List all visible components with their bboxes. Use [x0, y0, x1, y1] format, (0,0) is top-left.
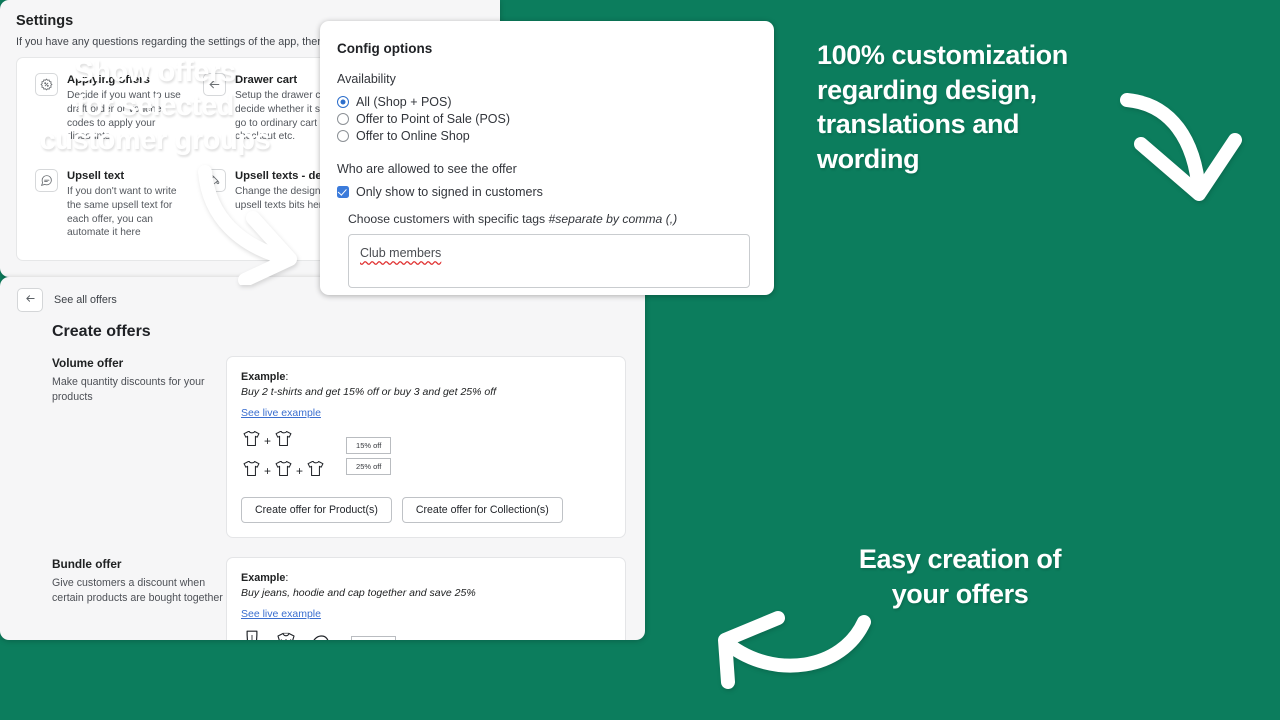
discount-chip: 15% off — [346, 437, 392, 454]
tshirt-row-three: + + — [241, 458, 326, 484]
radio-label-online-shop: Offer to Online Shop — [356, 129, 470, 143]
tshirt-rows: + + + — [241, 428, 326, 484]
offer-section-bundle: Bundle offer Give customers a discount w… — [0, 557, 645, 640]
tshirt-icon — [273, 428, 294, 454]
promo-left-line-2: for selected — [76, 90, 234, 123]
promo-right-line-1: 100% customization — [817, 40, 1068, 70]
radio-indicator-pos-icon[interactable] — [337, 113, 349, 125]
config-options-card: Config options Availability All (Shop + … — [320, 21, 774, 295]
config-card-title: Config options — [337, 41, 433, 56]
promo-bottom-line-1: Easy creation of — [858, 544, 1062, 574]
tags-label-main: Choose customers with specific tags — [348, 212, 546, 226]
promo-heading-left: Show offers for selected customer groups — [0, 55, 310, 158]
tshirt-icon — [305, 458, 326, 484]
offer-example-panel-bundle: Example: Buy jeans, hoodie and cap toget… — [226, 557, 626, 640]
bundle-offer-illustration: + + 25% o — [241, 629, 625, 640]
who-can-see-label: Who are allowed to see the offer — [337, 162, 517, 176]
offer-section-subtext: Give customers a discount when certain p… — [52, 577, 223, 604]
arrow-curved-left-up-icon — [712, 600, 877, 690]
radio-option-online-shop[interactable]: Offer to Online Shop — [337, 129, 750, 143]
checkbox-signed-in-customers[interactable]: Only show to signed in customers — [337, 185, 750, 199]
see-live-example-link[interactable]: See live example — [241, 407, 321, 419]
offer-section-info: Volume offer Make quantity discounts for… — [0, 356, 226, 538]
plus-sign: + — [296, 464, 304, 478]
discount-chips: 15% off 25% off — [346, 437, 392, 475]
offer-example-panel-volume: Example: Buy 2 t-shirts and get 15% off … — [226, 356, 626, 538]
promo-left-line-3: customer groups — [39, 124, 271, 157]
example-label: Example: — [241, 371, 289, 383]
hoodie-icon — [274, 629, 298, 640]
checkbox-label-signed-in: Only show to signed in customers — [356, 185, 543, 199]
example-label-text: Example — [241, 371, 286, 383]
discount-chip: 25% off — [351, 636, 397, 640]
customer-tags-input[interactable]: Club members — [348, 234, 750, 288]
promo-background: Show offers for selected customer groups… — [0, 0, 1280, 720]
example-label: Example: — [241, 572, 289, 584]
create-offers-panel: See all offers Create offers Volume offe… — [0, 277, 645, 640]
radio-option-all[interactable]: All (Shop + POS) — [337, 95, 750, 109]
tshirt-row-two: + — [241, 428, 326, 454]
page-title: Create offers — [52, 323, 151, 340]
offer-section-heading: Bundle offer — [52, 557, 122, 571]
plus-sign: + — [264, 434, 272, 448]
offer-section-info: Bundle offer Give customers a discount w… — [0, 557, 226, 640]
plus-sign: + — [264, 464, 272, 478]
example-label-text: Example — [241, 572, 286, 584]
tshirt-icon — [273, 458, 294, 484]
tshirt-icon — [241, 428, 262, 454]
volume-offer-buttons: Create offer for Product(s) Create offer… — [241, 497, 625, 523]
offer-section-heading: Volume offer — [52, 356, 124, 370]
radio-label-pos: Offer to Point of Sale (POS) — [356, 112, 511, 126]
discount-chip: 25% off — [346, 458, 392, 475]
availability-label: Availability — [337, 72, 396, 86]
radio-option-pos[interactable]: Offer to Point of Sale (POS) — [337, 112, 750, 126]
plus-sign: + — [300, 638, 307, 641]
tshirt-icon — [241, 458, 262, 484]
promo-left-line-1: Show offers — [74, 56, 236, 88]
cap-icon — [309, 631, 335, 640]
back-button-label[interactable]: See all offers — [54, 294, 117, 306]
create-offer-for-collections-button[interactable]: Create offer for Collection(s) — [401, 497, 563, 523]
offer-section-subtext: Make quantity discounts for your product… — [52, 376, 205, 403]
create-offer-for-products-button[interactable]: Create offer for Product(s) — [241, 497, 392, 523]
chat-bubble-icon — [35, 169, 58, 192]
customer-tags-value: Club members — [360, 246, 442, 260]
tags-field-label: Choose customers with specific tags #sep… — [348, 212, 750, 226]
volume-offer-illustration: + + + 15% off 25% off — [241, 428, 625, 484]
offer-section-volume: Volume offer Make quantity discounts for… — [0, 356, 645, 538]
see-live-example-link[interactable]: See live example — [241, 608, 321, 620]
plus-sign: + — [265, 638, 272, 641]
arrow-curved-right-down-icon — [195, 160, 300, 285]
jeans-icon — [241, 629, 263, 640]
arrow-curved-down-icon — [1115, 88, 1245, 213]
settings-item-desc: If you don't want to write the same upse… — [67, 186, 177, 239]
checkbox-indicator-icon[interactable] — [337, 186, 349, 198]
example-text: Buy 2 t-shirts and get 15% off or buy 3 … — [241, 386, 497, 398]
radio-indicator-all-icon[interactable] — [337, 96, 349, 108]
settings-item-title: Upsell text — [67, 170, 125, 182]
back-button[interactable] — [17, 288, 43, 312]
radio-indicator-online-shop-icon[interactable] — [337, 130, 349, 142]
tags-label-hint: #separate by comma (,) — [548, 212, 678, 226]
example-text: Buy jeans, hoodie and cap together and s… — [241, 587, 476, 599]
radio-label-all: All (Shop + POS) — [356, 95, 452, 109]
settings-item-upsell-text[interactable]: Upsell text If you don't want to write t… — [35, 168, 203, 260]
arrow-left-icon — [25, 291, 36, 309]
